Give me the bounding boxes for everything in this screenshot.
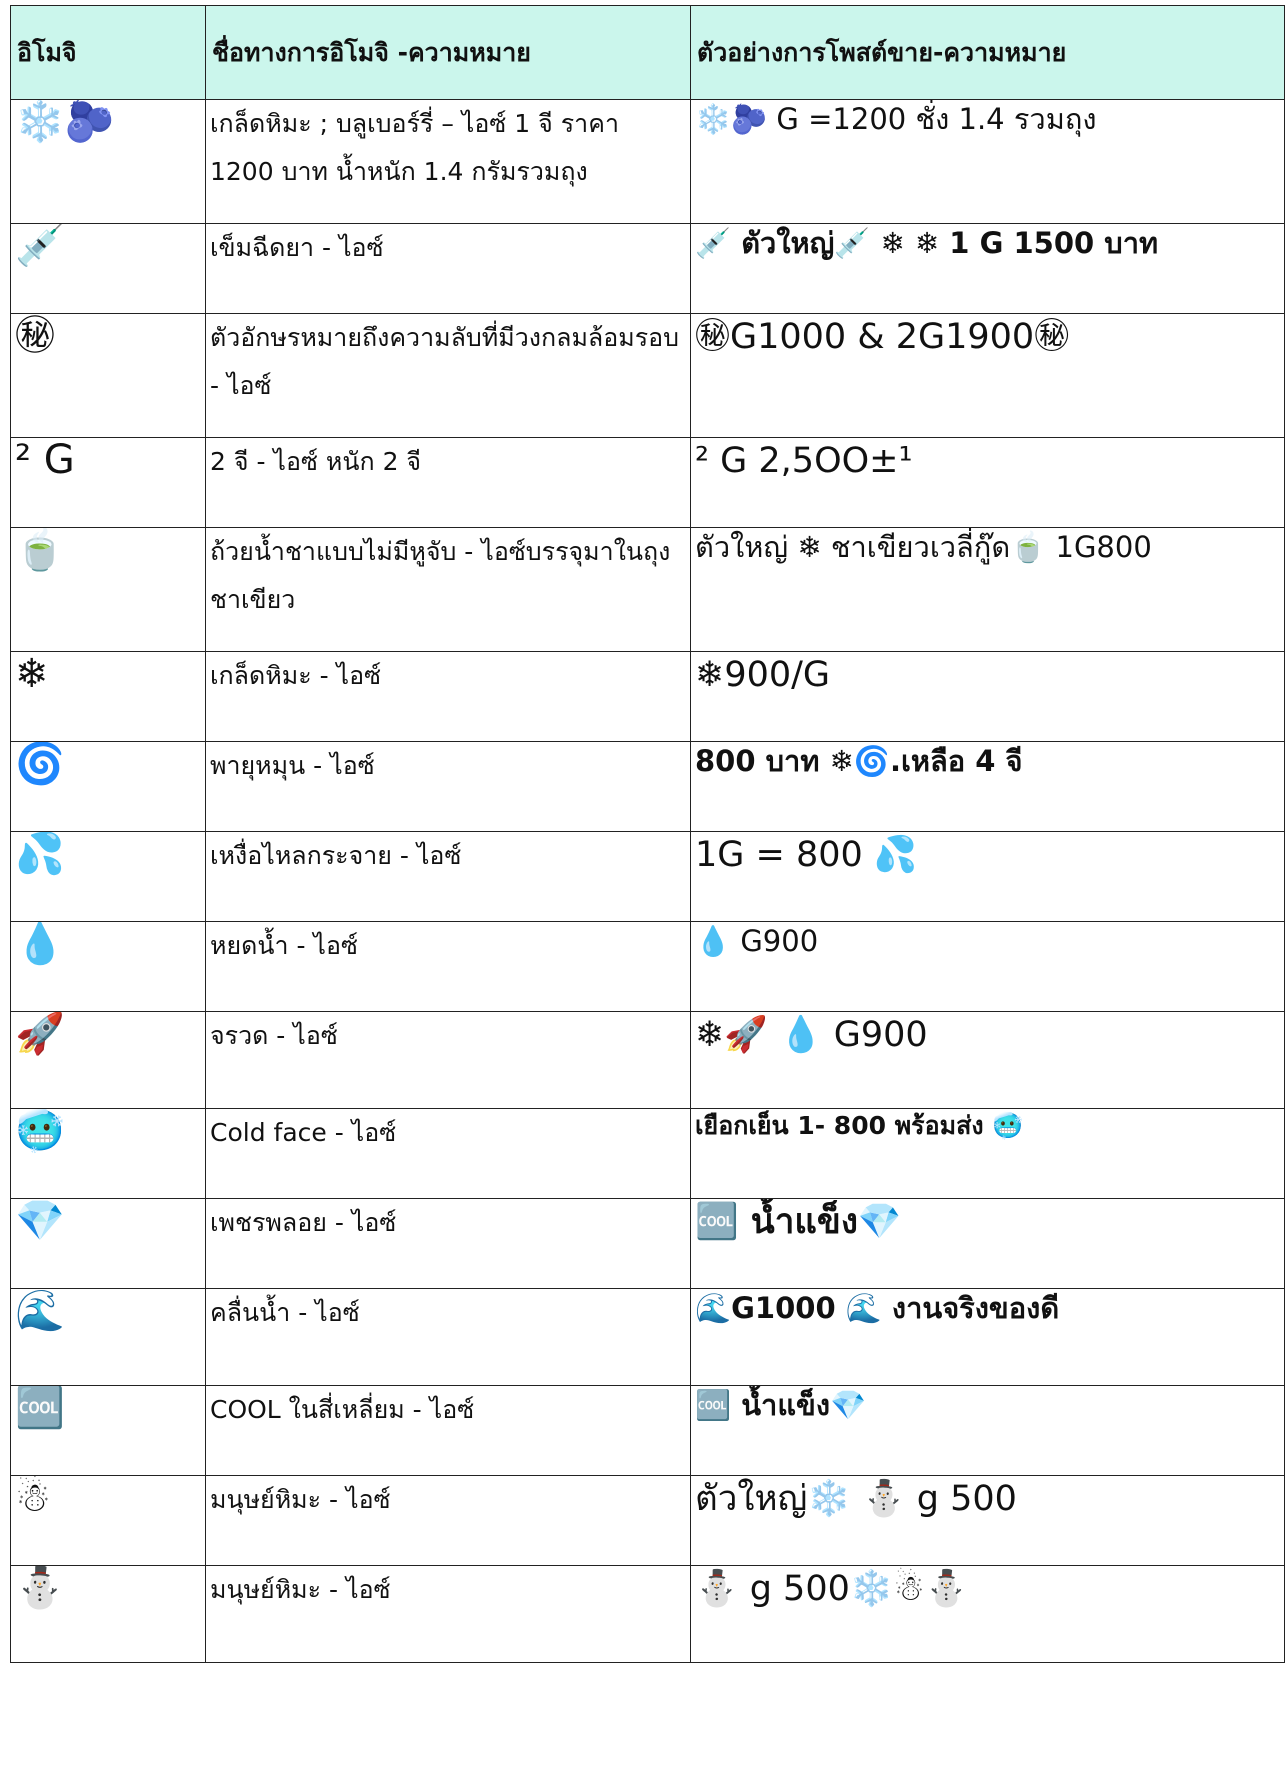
example-cell: ² G 2,5OO±¹: [690, 437, 1285, 528]
emoji-cell: ❄: [10, 651, 206, 742]
table-row: 🆒 COOL ในสี่เหลี่ยม - ไอซ์ 🆒 น้ำแข็ง💎: [10, 1385, 1285, 1476]
table-row: ㊙ ตัวอักษรหมายถึงความลับที่มีวงกลมล้อมรอ…: [10, 313, 1285, 438]
table-row: 💧 หยดน้ำ - ไอซ์ 💧 G900: [10, 921, 1285, 1012]
emoji-cell: 🌀: [10, 741, 206, 832]
table-row: 💉 เข็มฉีดยา - ไอซ์ 💉 ตัวใหญ่💉 ❄ ❄ 1 G 15…: [10, 223, 1285, 314]
name-cell: หยดน้ำ - ไอซ์: [205, 921, 691, 1012]
example-cell: ตัวใหญ่ ❄ ชาเขียวเวลี่กู๊ด🍵 1G800: [690, 527, 1285, 652]
example-cell: 💧 G900: [690, 921, 1285, 1012]
table-row: 💦 เหงื่อไหลกระจาย - ไอซ์ 1G = 800 💦: [10, 831, 1285, 922]
table-row: ❄️🫐 เกล็ดหิมะ ; บลูเบอร์รี่ – ไอซ์ 1 จี …: [10, 99, 1285, 224]
emoji-cell: 🆒: [10, 1385, 206, 1476]
header-official-name: ชื่อทางการอิโมจิ -ความหมาย: [205, 5, 691, 100]
example-cell: 🆒 น้ำแข็ง💎: [690, 1198, 1285, 1289]
name-cell: เกล็ดหิมะ ; บลูเบอร์รี่ – ไอซ์ 1 จี ราคา…: [205, 99, 691, 224]
name-cell: ถ้วยน้ำชาแบบไม่มีหูจับ - ไอซ์บรรจุมาในถุ…: [205, 527, 691, 652]
example-cell: ⛄ g 500❄️☃⛄: [690, 1565, 1285, 1663]
table-row: ❄ เกล็ดหิมะ - ไอซ์ ❄900/G: [10, 651, 1285, 742]
emoji-cell: 🍵: [10, 527, 206, 652]
example-cell: ❄🚀 💧 G900: [690, 1011, 1285, 1109]
name-cell: เพชรพลอย - ไอซ์: [205, 1198, 691, 1289]
name-cell: ตัวอักษรหมายถึงความลับที่มีวงกลมล้อมรอบ …: [205, 313, 691, 438]
name-cell: COOL ในสี่เหลี่ยม - ไอซ์: [205, 1385, 691, 1476]
table-row: 🚀 จรวด - ไอซ์ ❄🚀 💧 G900: [10, 1011, 1285, 1109]
emoji-cell: 🌊: [10, 1288, 206, 1386]
emoji-cell: ❄️🫐: [10, 99, 206, 224]
name-cell: เกล็ดหิมะ - ไอซ์: [205, 651, 691, 742]
name-cell: คลื่นน้ำ - ไอซ์: [205, 1288, 691, 1386]
example-cell: ตัวใหญ่❄️ ⛄ g 500: [690, 1475, 1285, 1566]
header-sale-example: ตัวอย่างการโพสต์ขาย-ความหมาย: [690, 5, 1285, 100]
table-row: ☃ มนุษย์หิมะ - ไอซ์ ตัวใหญ่❄️ ⛄ g 500: [10, 1475, 1285, 1566]
name-cell: จรวด - ไอซ์: [205, 1011, 691, 1109]
example-cell: ㊙G1000 & 2G1900㊙: [690, 313, 1285, 438]
emoji-cell: ㊙: [10, 313, 206, 438]
emoji-cell: ⛄: [10, 1565, 206, 1663]
table-header-row: อิโมจิ ชื่อทางการอิโมจิ -ความหมาย ตัวอย่…: [10, 5, 1285, 100]
example-cell: ❄️🫐 G =1200 ชั่ง 1.4 รวมถุง: [690, 99, 1285, 224]
example-cell: 800 บาท ❄🌀.เหลือ 4 จี: [690, 741, 1285, 832]
name-cell: มนุษย์หิมะ - ไอซ์: [205, 1475, 691, 1566]
name-cell: มนุษย์หิมะ - ไอซ์: [205, 1565, 691, 1663]
example-cell: 🆒 น้ำแข็ง💎: [690, 1385, 1285, 1476]
table-row: 🌀 พายุหมุน - ไอซ์ 800 บาท ❄🌀.เหลือ 4 จี: [10, 741, 1285, 832]
table-row: 🥶 Cold face - ไอซ์ เยือกเย็น 1- 800 พร้อ…: [10, 1108, 1285, 1199]
emoji-cell: 💉: [10, 223, 206, 314]
emoji-cell: 💎: [10, 1198, 206, 1289]
name-cell: 2 จี - ไอซ์ หนัก 2 จี: [205, 437, 691, 528]
name-cell: พายุหมุน - ไอซ์: [205, 741, 691, 832]
name-cell: เหงื่อไหลกระจาย - ไอซ์: [205, 831, 691, 922]
emoji-cell: 🥶: [10, 1108, 206, 1199]
example-cell: 🌊G1000 🌊 งานจริงของดี: [690, 1288, 1285, 1386]
example-cell: 1G = 800 💦: [690, 831, 1285, 922]
emoji-cell: 💧: [10, 921, 206, 1012]
emoji-meaning-table: อิโมจิ ชื่อทางการอิโมจิ -ความหมาย ตัวอย่…: [10, 5, 1285, 1663]
header-emoji: อิโมจิ: [10, 5, 206, 100]
table-row: 🌊 คลื่นน้ำ - ไอซ์ 🌊G1000 🌊 งานจริงของดี: [10, 1288, 1285, 1386]
table-row: 💎 เพชรพลอย - ไอซ์ 🆒 น้ำแข็ง💎: [10, 1198, 1285, 1289]
name-cell: เข็มฉีดยา - ไอซ์: [205, 223, 691, 314]
example-cell: ❄900/G: [690, 651, 1285, 742]
emoji-cell: 💦: [10, 831, 206, 922]
table-row: 🍵 ถ้วยน้ำชาแบบไม่มีหูจับ - ไอซ์บรรจุมาใน…: [10, 527, 1285, 652]
example-cell: เยือกเย็น 1- 800 พร้อมส่ง 🥶: [690, 1108, 1285, 1199]
emoji-cell: ☃: [10, 1475, 206, 1566]
table-row: ⛄ มนุษย์หิมะ - ไอซ์ ⛄ g 500❄️☃⛄: [10, 1565, 1285, 1663]
emoji-cell: ² G: [10, 437, 206, 528]
table-row: ² G 2 จี - ไอซ์ หนัก 2 จี ² G 2,5OO±¹: [10, 437, 1285, 528]
emoji-cell: 🚀: [10, 1011, 206, 1109]
example-cell: 💉 ตัวใหญ่💉 ❄ ❄ 1 G 1500 บาท: [690, 223, 1285, 314]
name-cell: Cold face - ไอซ์: [205, 1108, 691, 1199]
